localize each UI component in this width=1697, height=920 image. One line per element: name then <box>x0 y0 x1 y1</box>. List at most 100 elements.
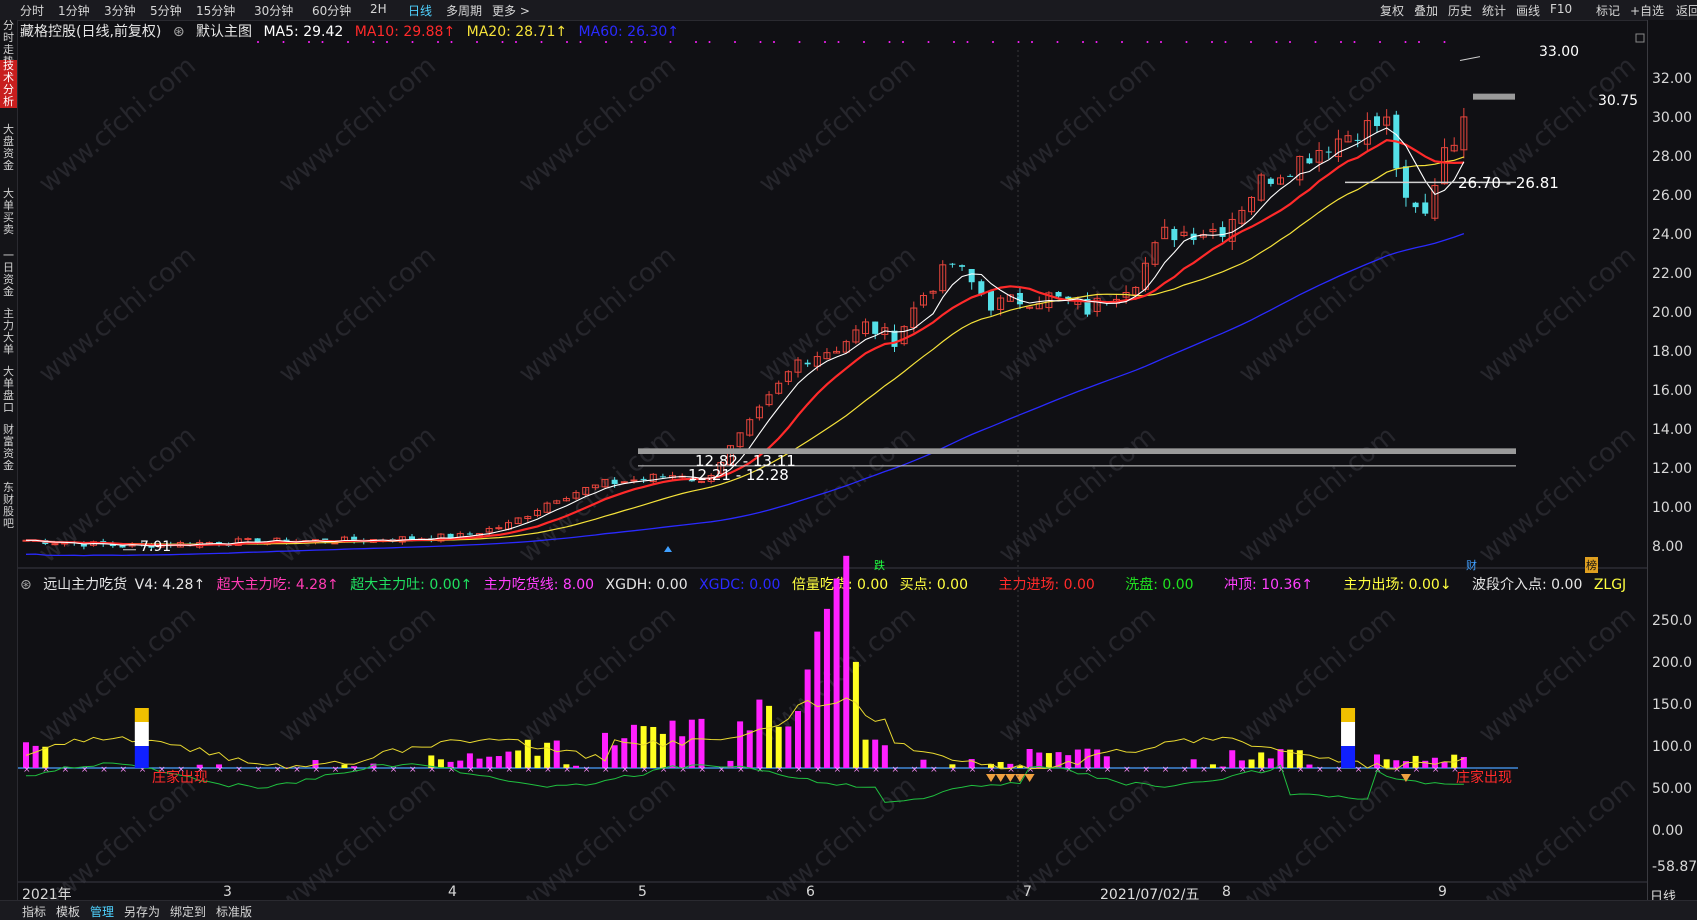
candle-body-down <box>1374 116 1380 126</box>
zhujia-label-1: 庄家出现 <box>152 767 208 787</box>
zero-cross-mark: × <box>235 765 243 775</box>
price-tick-label: 30.00 <box>1652 110 1692 126</box>
indicator-bar <box>747 730 753 768</box>
signal-dot <box>1211 41 1213 43</box>
zero-cross-mark: × <box>1220 765 1228 775</box>
left-vertical-nav: 分时走势技术分析大盘资金大单买卖一日资金主力大单大单盘口财富资金东财股吧 <box>0 20 18 900</box>
signal-dot <box>1031 41 1033 43</box>
indicator-tick-label: 100.0 <box>1652 739 1692 755</box>
event-marker-cai[interactable]: 财 <box>1466 557 1477 573</box>
signal-dot <box>386 41 388 43</box>
signal-dot <box>1418 41 1420 43</box>
indicator-bar <box>438 759 444 768</box>
zhujia-label-2: 庄家出现 <box>1456 767 1512 787</box>
period-tab-7[interactable]: 2H <box>370 2 387 16</box>
period-tab-1[interactable]: 1分钟 <box>58 2 90 19</box>
indicator-tick-label: 0.00 <box>1652 823 1683 839</box>
zero-cross-mark: × <box>1162 765 1170 775</box>
toolbar-right-6[interactable]: 标记 <box>1596 2 1620 19</box>
period-tab-6[interactable]: 60分钟 <box>312 2 351 19</box>
zero-cross-mark: × <box>544 765 552 775</box>
signal-dot <box>476 41 478 43</box>
candle-body-down <box>1355 140 1361 141</box>
period-tab-4[interactable]: 15分钟 <box>196 2 235 19</box>
candle-body-down <box>1220 227 1226 237</box>
signal-dot <box>889 41 891 43</box>
toolbar-right-7[interactable]: +自选 <box>1630 2 1664 19</box>
toolbar-right-4[interactable]: 画线 <box>1516 2 1540 19</box>
nav-tab-4[interactable]: 一日资金 <box>0 250 17 298</box>
candle-body-down <box>949 264 955 265</box>
zero-cross-mark: × <box>563 765 571 775</box>
indicator-bar <box>882 745 888 768</box>
zero-cross-mark: × <box>1258 765 1266 775</box>
nav-tab-1[interactable]: 技术分析 <box>0 60 17 108</box>
event-marker-die[interactable]: 跌 <box>874 557 885 573</box>
indicator-bar <box>834 579 840 768</box>
candle-body-down <box>805 363 811 365</box>
toolbar-right-5[interactable]: F10 <box>1550 2 1572 16</box>
toolbar-right-8[interactable]: 返回 <box>1676 2 1697 19</box>
zero-cross-mark: × <box>351 765 359 775</box>
nav-tab-2[interactable]: 大盘资金 <box>0 124 17 172</box>
wash-marker-icon <box>1025 774 1035 782</box>
time-tick-label: 5 <box>638 884 647 900</box>
price-tick-label: 20.00 <box>1652 305 1692 321</box>
bottom-tab-0[interactable]: 指标 <box>22 903 46 920</box>
signal-dot <box>308 41 310 43</box>
zero-cross-mark: × <box>274 765 282 775</box>
event-marker-bang[interactable]: 榜 <box>1585 557 1598 573</box>
kline-chart[interactable]: ××××××××××××××××××××××××××××××××××××××××… <box>18 20 1647 900</box>
signal-dot <box>1160 41 1162 43</box>
bottom-tab-5[interactable]: 标准版 <box>216 903 252 920</box>
zero-cross-mark: × <box>1374 765 1382 775</box>
signal-dot <box>953 41 955 43</box>
candle-body-down <box>1017 293 1023 304</box>
nav-tab-6[interactable]: 大单盘口 <box>0 366 17 414</box>
time-tick-label: 8 <box>1222 884 1231 900</box>
range-label-3: 12.21 - 12.28 <box>688 466 789 484</box>
nav-tab-5[interactable]: 主力大单 <box>0 308 17 356</box>
zero-cross-mark: × <box>602 765 610 775</box>
period-tab-2[interactable]: 3分钟 <box>104 2 136 19</box>
zero-cross-mark: × <box>313 765 321 775</box>
toolbar-right-0[interactable]: 复权 <box>1380 2 1404 19</box>
wash-marker-icon <box>986 774 996 782</box>
period-tab-10[interactable]: 更多 > <box>492 2 530 19</box>
zero-cross-mark: × <box>120 765 128 775</box>
zero-cross-mark: × <box>699 765 707 775</box>
indicator-bar <box>1036 753 1042 768</box>
zero-cross-mark: × <box>42 765 50 775</box>
nav-tab-7[interactable]: 财富资金 <box>0 424 17 472</box>
signal-dot <box>1354 41 1356 43</box>
time-tick-label: 3 <box>223 884 232 900</box>
signal-dot <box>257 41 259 43</box>
toolbar-right-3[interactable]: 统计 <box>1482 2 1506 19</box>
nav-tab-8[interactable]: 东财股吧 <box>0 482 17 530</box>
signal-dot <box>1225 41 1227 43</box>
period-tab-0[interactable]: 分时 <box>20 2 44 19</box>
signal-dot <box>1186 41 1188 43</box>
zero-cross-mark: × <box>506 765 514 775</box>
bottom-tab-2[interactable]: 管理 <box>90 903 114 920</box>
indicator-bar <box>1191 759 1197 768</box>
candle-body-down <box>409 536 415 539</box>
indicator-bar <box>477 759 483 768</box>
period-tab-5[interactable]: 30分钟 <box>254 2 293 19</box>
indicator-bar <box>689 720 695 768</box>
signal-dot <box>1096 41 1098 43</box>
period-tab-9[interactable]: 多周期 <box>446 2 482 19</box>
indicator-bar <box>1094 749 1100 768</box>
period-tab-3[interactable]: 5分钟 <box>150 2 182 19</box>
signal-dot <box>760 41 762 43</box>
bottom-tab-3[interactable]: 另存为 <box>124 903 160 920</box>
period-tab-active[interactable]: 日线 <box>408 2 432 19</box>
toolbar-right-1[interactable]: 叠加 <box>1414 2 1438 19</box>
bottom-tab-1[interactable]: 模板 <box>56 903 80 920</box>
indicator-bar <box>776 727 782 768</box>
toolbar-right-2[interactable]: 历史 <box>1448 2 1472 19</box>
wash-marker-icon <box>1005 774 1015 782</box>
indicator-bar <box>33 746 39 768</box>
nav-tab-3[interactable]: 大单买卖 <box>0 188 17 236</box>
bottom-tab-4[interactable]: 绑定到 <box>170 903 206 920</box>
